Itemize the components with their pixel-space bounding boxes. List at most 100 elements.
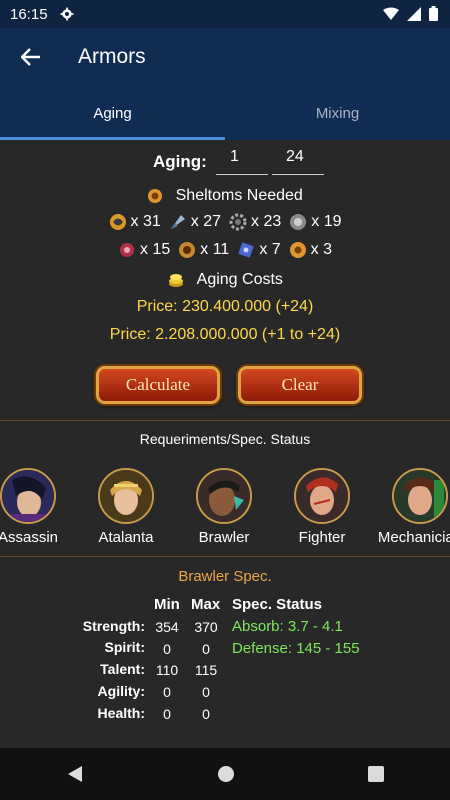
price-line-1: Price: 230.400.000 (+24) [136, 298, 314, 315]
stat-min-spirit: 0 [163, 641, 171, 657]
sheltom-count: x 3 [310, 241, 332, 258]
sheltom-item: x 19 [289, 213, 342, 231]
sheltom-item: x 27 [169, 213, 221, 231]
gold-coins-icon [169, 273, 184, 287]
fighter-portrait-icon [296, 470, 348, 522]
stat-label-strength: Strength: [82, 618, 145, 634]
sheltoms-header-label: Sheltoms Needed [175, 187, 303, 204]
system-nav-bar [0, 748, 450, 800]
class-label: Atalanta [98, 529, 154, 546]
price-line-2: Price: 2.208.000.000 (+1 to +24) [109, 326, 341, 343]
settings-gear-icon [60, 7, 73, 21]
stat-max-strength: 370 [194, 619, 218, 635]
class-label: Assassin [0, 529, 59, 546]
sheltom-count: x 27 [190, 213, 221, 230]
clear-button[interactable]: Clear [238, 366, 362, 404]
mechanician-avatar [392, 468, 448, 524]
stat-label-health: Health: [97, 705, 145, 721]
class-fighter[interactable]: Fighter [277, 468, 367, 546]
stat-min-health: 0 [163, 706, 171, 722]
tab-bar: Aging Mixing [0, 86, 450, 140]
stat-max-agility: 0 [202, 684, 210, 700]
class-brawler[interactable]: Brawler [179, 468, 269, 546]
calculate-button[interactable]: Calculate [96, 366, 220, 404]
spec-title: Brawler Spec. [178, 568, 272, 585]
sheltom-celesto-icon [238, 242, 255, 258]
class-mechanician[interactable]: Mechanician [375, 468, 450, 546]
class-label: Mechanician [377, 529, 450, 546]
absorb-status: Absorb: 3.7 - 4.1 [232, 618, 343, 635]
stat-max-health: 0 [202, 706, 210, 722]
nav-home-icon[interactable] [217, 765, 235, 783]
sheltom-item: x 3 [289, 241, 332, 259]
class-assassin[interactable]: Assassin [0, 468, 73, 546]
requirements-title: Requeriments/Spec. Status [139, 431, 311, 447]
section-divider [0, 556, 450, 557]
sheltom-count: x 31 [130, 213, 161, 230]
class-label: Fighter [298, 529, 346, 546]
arrow-back-icon [21, 48, 40, 66]
status-bar: 16:15 [0, 0, 450, 28]
sheltom-transparo-icon [290, 214, 307, 230]
class-atalanta[interactable]: Atalanta [81, 468, 171, 546]
brawler-avatar [196, 468, 252, 524]
sheltom-coin-icon [148, 188, 163, 203]
sheltom-count: x 15 [140, 241, 171, 258]
stat-min-talent: 110 [155, 662, 179, 678]
mechanician-portrait-icon [394, 470, 446, 522]
battery-icon [429, 6, 438, 21]
stat-label-spirit: Spirit: [104, 639, 145, 655]
sheltom-mirage-icon [289, 242, 306, 258]
aging-costs-header: Aging Costs [0, 271, 450, 289]
sheltom-item: x 23 [229, 213, 281, 231]
nav-back-icon[interactable] [66, 765, 84, 783]
sheltom-row-1: x 31 x 27 x 23 x 19 [0, 213, 450, 231]
stat-max-talent: 115 [194, 662, 218, 678]
atalanta-portrait-icon [100, 470, 152, 522]
aging-to-input[interactable]: 24 [272, 146, 324, 175]
sheltom-count: x 23 [251, 213, 282, 230]
stat-max-spirit: 0 [202, 641, 210, 657]
app-bar: Armors [0, 28, 450, 86]
stat-label-talent: Talent: [100, 661, 145, 677]
defense-status: Defense: 145 - 155 [232, 640, 360, 657]
aging-costs-label: Aging Costs [196, 271, 283, 288]
fighter-avatar [294, 468, 350, 524]
aging-from-value: 1 [230, 148, 239, 165]
brawler-portrait-icon [198, 470, 250, 522]
sheltom-murky-icon [120, 243, 134, 257]
tab-mixing[interactable]: Mixing [225, 86, 450, 140]
assassin-portrait-icon [2, 470, 54, 522]
sheltom-raident-icon [229, 213, 247, 231]
class-label: Brawler [198, 529, 250, 546]
back-button[interactable] [16, 42, 46, 72]
aging-to-value: 24 [286, 148, 304, 165]
sheltom-item: x 15 [118, 241, 170, 259]
stat-min-strength: 354 [155, 619, 179, 635]
max-header: Max [191, 596, 221, 613]
tab-aging[interactable]: Aging [0, 86, 225, 140]
wifi-icon [383, 7, 399, 20]
aging-label: Aging: [153, 152, 207, 171]
sheltom-devine-icon [179, 242, 196, 258]
sheltoms-header: Sheltoms Needed [0, 187, 450, 205]
sheltom-sparky-icon [170, 215, 185, 229]
sheltom-item: x 7 [237, 241, 281, 259]
assassin-avatar [0, 468, 56, 524]
signal-icon [407, 6, 421, 21]
spec-status-header: Spec. Status [232, 596, 323, 613]
aging-row: Aging: 1 24 [0, 146, 450, 178]
sheltom-row-2: x 15 x 11 x 7 x 3 [0, 241, 450, 259]
section-divider [0, 420, 450, 421]
atalanta-avatar [98, 468, 154, 524]
sheltom-count: x 7 [259, 241, 281, 258]
stat-label-agility: Agility: [97, 683, 145, 699]
sheltom-count: x 19 [311, 213, 342, 230]
sheltom-item: x 31 [109, 213, 161, 231]
sheltom-count: x 11 [200, 241, 230, 258]
aging-from-input[interactable]: 1 [216, 146, 268, 175]
stat-min-agility: 0 [163, 684, 171, 700]
sheltom-fadeo-icon [109, 214, 126, 230]
nav-recents-icon[interactable] [367, 766, 384, 782]
status-time: 16:15 [10, 5, 48, 23]
